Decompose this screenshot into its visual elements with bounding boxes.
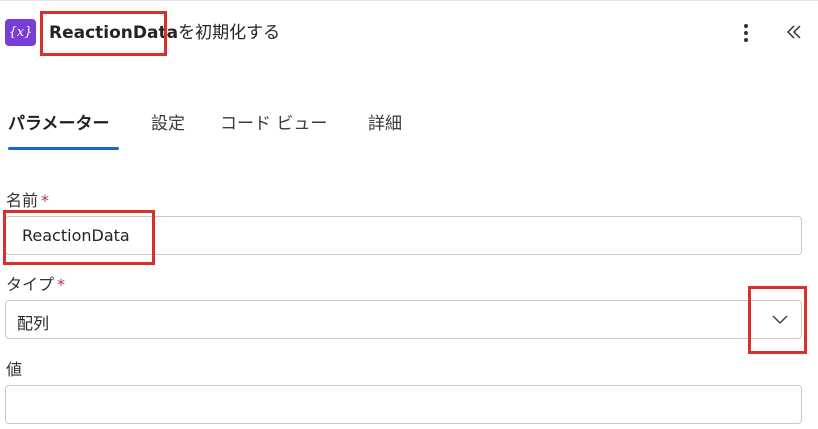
highlight-box-name [3,210,155,265]
name-required-mark: * [41,191,50,210]
collapse-panel-icon[interactable] [781,18,807,46]
more-options-icon[interactable] [736,21,756,45]
tab-settings[interactable]: 設定 [151,112,185,136]
variable-icon: {x} [5,19,36,46]
tab-code-view[interactable]: コード ビュー [220,112,327,136]
name-label: 名前 * [6,191,50,210]
tab-parameters[interactable]: パラメーター [8,112,110,136]
action-title-suffix: を初期化する [178,23,281,43]
highlight-box-title [40,11,167,56]
type-required-mark: * [57,275,66,294]
top-divider [0,0,818,1]
type-dropdown-value: 配列 [17,314,50,333]
value-input[interactable] [5,385,802,424]
type-label: タイプ * [6,275,66,294]
type-dropdown[interactable]: 配列 [5,300,802,339]
tab-details[interactable]: 詳細 [368,112,402,136]
highlight-box-chevron [748,286,807,354]
active-tab-indicator [8,147,119,150]
value-label: 値 [6,360,23,379]
